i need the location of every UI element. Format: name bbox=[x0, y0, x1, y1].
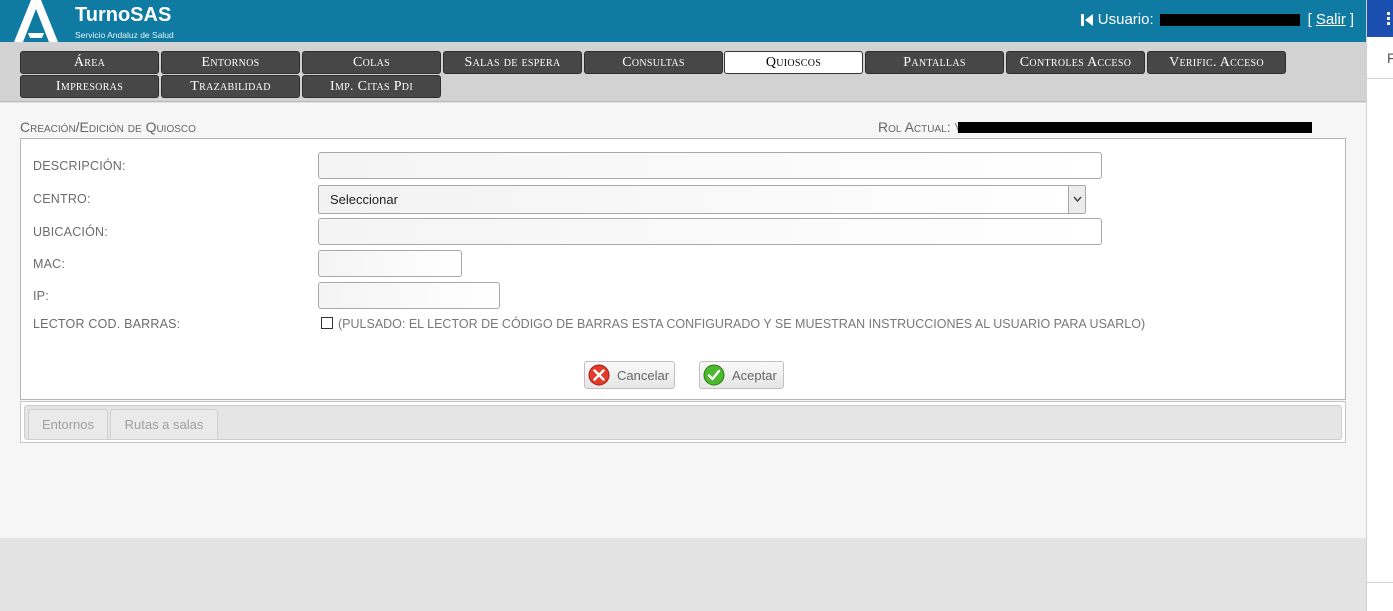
divider bbox=[1367, 78, 1393, 79]
descripcion-label: Descripción: bbox=[33, 159, 126, 173]
role-label: Rol Actual: bbox=[878, 119, 951, 135]
cancel-icon bbox=[588, 364, 610, 386]
chevron-down-icon bbox=[1073, 196, 1082, 203]
accept-label: Aceptar bbox=[732, 367, 777, 383]
sub-tabs-bar: Entornos Rutas a salas bbox=[24, 405, 1342, 440]
nav-tab-entornos[interactable]: Entornos bbox=[161, 51, 300, 74]
nav-tab-quioscos[interactable]: Quioscos bbox=[724, 51, 863, 74]
current-role: Rol Actual: V bbox=[878, 119, 1312, 135]
centro-label: Centro: bbox=[33, 192, 91, 206]
logout-link[interactable]: Salir bbox=[1316, 11, 1346, 28]
nav-tab-imp-citas-pdi[interactable]: Imp. Citas Pdi bbox=[302, 75, 441, 98]
accept-button[interactable]: Aceptar bbox=[699, 361, 784, 389]
lector-checkbox[interactable] bbox=[321, 317, 333, 329]
logout-bracket-close: ] bbox=[1349, 11, 1354, 28]
brand-name: TurnoSAS bbox=[75, 4, 172, 26]
nav-tab-verific-acceso[interactable]: Verific. Acceso bbox=[1147, 51, 1286, 74]
lector-label: Lector cod. barras: bbox=[33, 317, 181, 331]
nav-tab-pantallas[interactable]: Pantallas bbox=[865, 51, 1004, 74]
nav-tab-salas-espera[interactable]: Salas de espera bbox=[443, 51, 582, 74]
nav-tab-consultas[interactable]: Consultas bbox=[584, 51, 723, 74]
cancel-button[interactable]: Cancelar bbox=[584, 361, 675, 389]
select-arrow[interactable] bbox=[1068, 186, 1085, 213]
ip-input[interactable] bbox=[318, 282, 500, 309]
main-content: Creación/Edición de Quiosco Rol Actual: … bbox=[0, 103, 1366, 538]
logout-bracket-open: [ bbox=[1307, 11, 1312, 28]
sas-logo-icon bbox=[14, 0, 58, 42]
ubicacion-input[interactable] bbox=[318, 218, 1102, 245]
ubicacion-label: Ubicación: bbox=[33, 225, 108, 239]
nav-tab-colas[interactable]: Colas bbox=[302, 51, 441, 74]
main-nav: Área Entornos Colas Salas de espera Cons… bbox=[0, 42, 1366, 102]
mac-label: MAC: bbox=[33, 257, 66, 271]
user-label: Usuario: bbox=[1097, 11, 1154, 28]
lector-description: (PULSADO: EL LECTOR DE CÓDIGO DE BARRAS … bbox=[338, 317, 1146, 331]
tab-entornos[interactable]: Entornos bbox=[28, 409, 108, 440]
adjacent-window-strip: F bbox=[1366, 0, 1393, 611]
page-title: Creación/Edición de Quiosco bbox=[20, 119, 196, 135]
centro-select[interactable]: Seleccionar bbox=[318, 185, 1086, 214]
nav-tab-controles-acceso[interactable]: Controles Acceso bbox=[1006, 51, 1145, 74]
username-redacted bbox=[1159, 13, 1300, 26]
tab-rutas-salas[interactable]: Rutas a salas bbox=[110, 409, 218, 440]
nav-tab-trazabilidad[interactable]: Trazabilidad bbox=[161, 75, 300, 98]
ip-label: IP: bbox=[33, 289, 49, 303]
check-icon bbox=[703, 364, 725, 386]
user-bar: Usuario: [ Salir ] bbox=[1080, 11, 1354, 28]
nav-tab-impresoras[interactable]: Impresoras bbox=[20, 75, 159, 98]
brand-subtitle: Servicio Andaluz de Salud bbox=[75, 30, 174, 40]
apps-grid-icon[interactable] bbox=[1385, 10, 1393, 28]
app-header: TurnoSAS Servicio Andaluz de Salud Usuar… bbox=[0, 0, 1366, 42]
skip-back-icon bbox=[1080, 13, 1093, 26]
divider bbox=[1367, 582, 1393, 583]
descripcion-input[interactable] bbox=[318, 152, 1102, 179]
kiosk-form: Descripción: Centro: Seleccionar Ubicaci… bbox=[20, 138, 1346, 400]
cancel-label: Cancelar bbox=[617, 367, 670, 383]
adjacent-window-text: F bbox=[1387, 50, 1393, 66]
nav-tab-area[interactable]: Área bbox=[20, 51, 159, 74]
mac-input[interactable] bbox=[318, 250, 462, 277]
role-value-redacted bbox=[957, 121, 1312, 133]
sub-tabs-panel: Entornos Rutas a salas bbox=[20, 401, 1346, 443]
centro-selected-value: Seleccionar bbox=[330, 192, 398, 207]
